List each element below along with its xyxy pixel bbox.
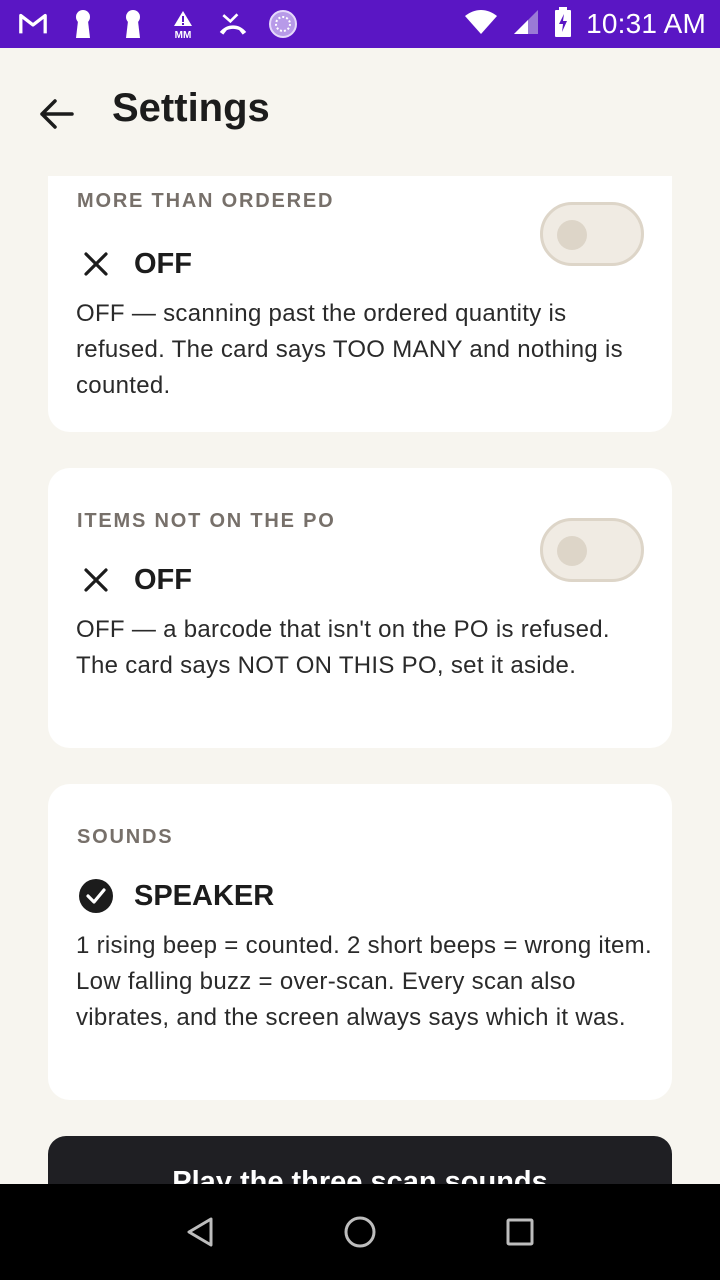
nav-back-icon	[187, 1217, 213, 1247]
battery-charging-icon	[554, 6, 572, 42]
wifi-icon	[464, 9, 498, 40]
state-row: OFF	[78, 562, 192, 598]
state-row: OFF	[78, 246, 192, 282]
card-description: OFF — a barcode that isn't on the PO is …	[76, 616, 610, 679]
nav-recents-button[interactable]	[490, 1202, 550, 1262]
state-label: SPEAKER	[134, 879, 275, 912]
setting-card-more-than-ordered: MORE THAN ORDERED OFF OFF — scanning pas…	[48, 176, 672, 432]
setting-card-items-not-on-po: ITEMS NOT ON THE PO OFF OFF — a barcode …	[48, 468, 672, 748]
warning-mm-icon: MM	[168, 9, 198, 39]
signal-icon	[512, 8, 540, 41]
state-label: OFF	[134, 563, 192, 596]
state-label: OFF	[134, 247, 192, 280]
toggle-knob	[557, 536, 587, 566]
missed-call-icon	[218, 9, 248, 39]
toggle-knob	[557, 220, 587, 250]
nav-back-button[interactable]	[170, 1202, 230, 1262]
nav-recents-icon	[506, 1218, 534, 1246]
card-heading: MORE THAN ORDERED	[77, 190, 335, 212]
more-than-ordered-toggle[interactable]	[540, 202, 644, 266]
system-icons: 10:31 AM	[464, 6, 706, 42]
back-button[interactable]	[36, 94, 76, 134]
check-circle-icon	[78, 878, 114, 914]
settings-list[interactable]: MORE THAN ORDERED OFF OFF — scanning pas…	[0, 176, 720, 1184]
app-bar: Settings	[0, 48, 720, 176]
gmail-icon	[18, 9, 48, 39]
nav-home-button[interactable]	[330, 1202, 390, 1262]
sync-circle-icon	[268, 9, 298, 39]
page-title: Settings	[112, 86, 270, 130]
card-heading: SOUNDS	[77, 826, 174, 848]
close-icon	[78, 246, 114, 282]
clock: 10:31 AM	[586, 8, 706, 39]
play-scan-sounds-button[interactable]: Play the three scan sounds	[48, 1136, 672, 1184]
card-description: 1 rising beep = counted. 2 short beeps =…	[76, 932, 652, 1031]
mm-label: MM	[175, 30, 192, 39]
state-row: SPEAKER	[78, 878, 274, 914]
keyhole-icon	[68, 9, 98, 39]
card-heading: ITEMS NOT ON THE PO	[77, 510, 336, 532]
keyhole-icon	[118, 9, 148, 39]
setting-card-sounds: SOUNDS SPEAKER 1 rising beep = counted. …	[48, 784, 672, 1100]
card-description: OFF — scanning past the ordered quantity…	[76, 300, 623, 399]
nav-home-icon	[344, 1216, 376, 1248]
close-icon	[78, 562, 114, 598]
navigation-bar	[0, 1184, 720, 1280]
status-bar: MM 10:31 AM	[0, 0, 720, 48]
items-not-on-po-toggle[interactable]	[540, 518, 644, 582]
arrow-left-icon	[40, 99, 74, 129]
notification-icons: MM	[18, 9, 298, 39]
